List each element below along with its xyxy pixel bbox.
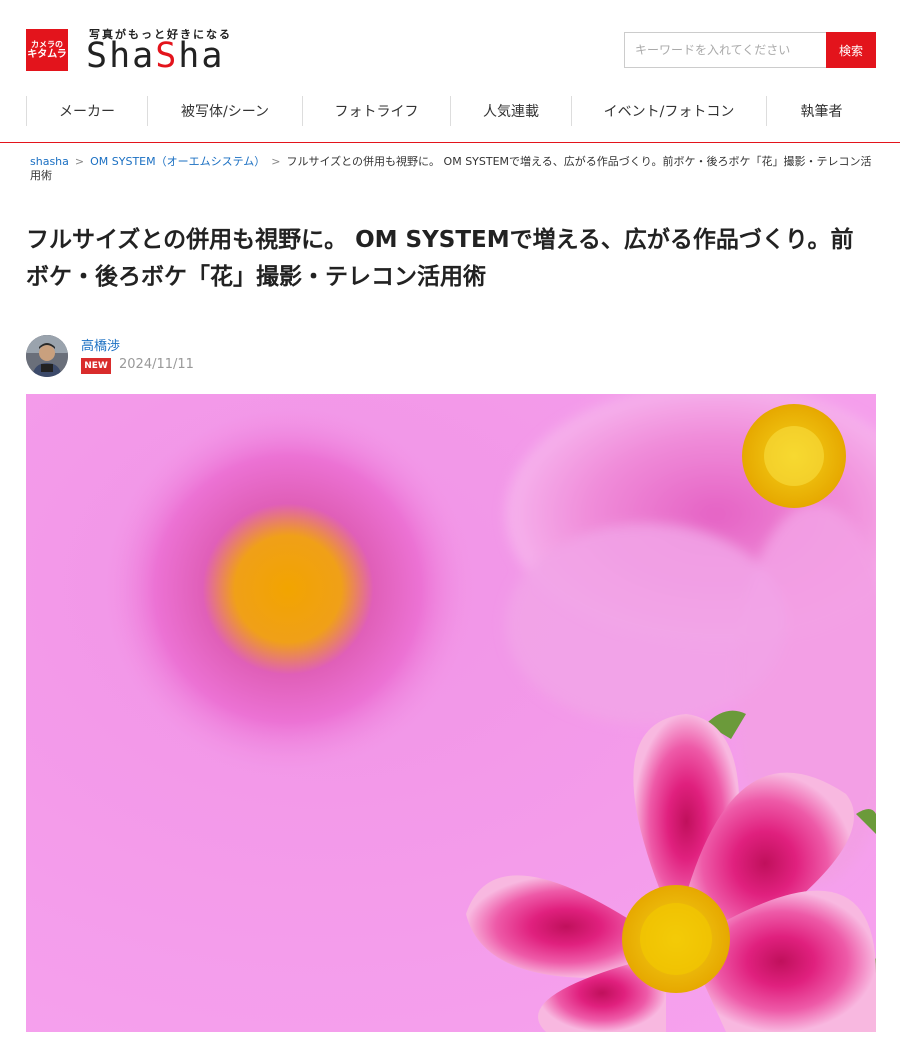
- search-button[interactable]: 検索: [826, 32, 876, 68]
- logo-line2: キタムラ: [27, 49, 67, 60]
- author-name[interactable]: 高橋渉: [81, 335, 120, 354]
- wordmark-part2: S: [155, 36, 179, 76]
- breadcrumb: shasha > OM SYSTEM（オーエムシステム） > フルサイズとの併用も視野に…: [30, 155, 876, 183]
- wordmark-part3: ha: [178, 36, 225, 76]
- kitamura-logo[interactable]: カメラの キタムラ: [26, 29, 68, 71]
- wordmark-part1: Sha: [86, 36, 156, 76]
- page-title: フルサイズとの併用も視野に。 OM SYSTEMで増える、広がる作品づくり。前ボ…: [26, 227, 854, 290]
- breadcrumb-category[interactable]: OM SYSTEM（オーエムシステム）: [90, 155, 265, 168]
- nav-item-maker[interactable]: メーカー: [26, 96, 148, 126]
- site-header: カメラの キタムラ 写真がもっと好きになる ShaSha 検索: [0, 0, 900, 96]
- shasha-logo[interactable]: ShaSha: [86, 38, 224, 74]
- search-input[interactable]: [624, 32, 826, 68]
- post-date: 2024/11/11: [119, 357, 194, 372]
- breadcrumb-separator: >: [74, 155, 85, 168]
- breadcrumb-home[interactable]: shasha: [30, 155, 69, 168]
- nav-item-popular[interactable]: 人気連載: [451, 96, 572, 126]
- author-avatar[interactable]: [26, 335, 68, 377]
- main-nav: メーカー 被写体/シーン フォトライフ 人気連載 イベント/フォトコン 執筆者: [26, 96, 876, 126]
- nav-item-event[interactable]: イベント/フォトコン: [572, 96, 767, 126]
- nav-item-photolife[interactable]: フォトライフ: [303, 96, 451, 126]
- avatar-image: [26, 335, 68, 377]
- nav-item-writers[interactable]: 執筆者: [767, 96, 876, 126]
- hero-image: [26, 394, 876, 1032]
- nav-item-subject[interactable]: 被写体/シーン: [148, 96, 303, 126]
- cosmos-photo: [26, 394, 876, 1032]
- breadcrumb-separator: >: [271, 155, 281, 168]
- new-badge: NEW: [81, 358, 111, 374]
- nav-divider: [0, 142, 900, 143]
